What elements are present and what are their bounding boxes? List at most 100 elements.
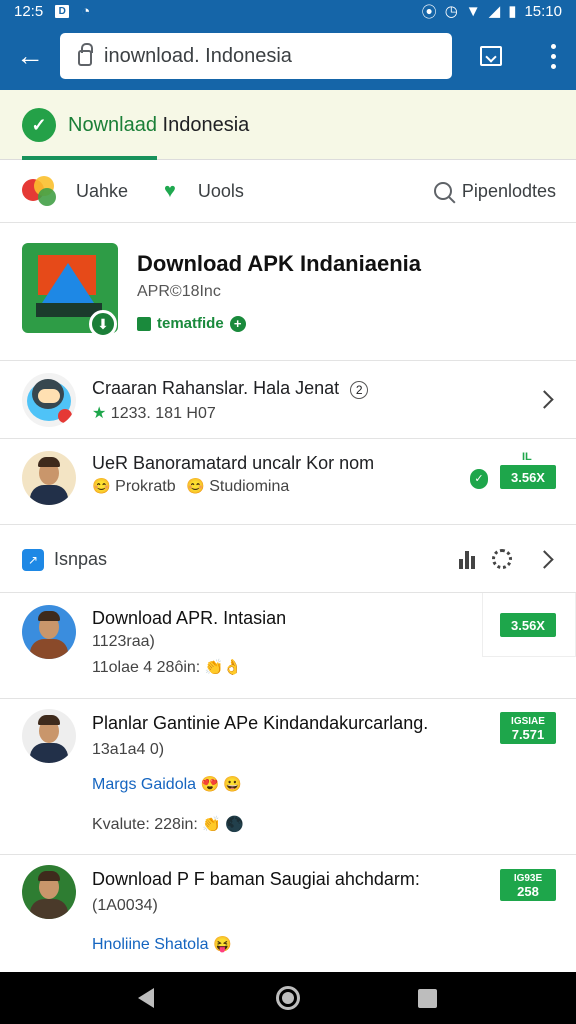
status-bar: 12:5 D ◔ ⦿ ◷ ▼ ◢ ▮ 15:10 bbox=[0, 0, 576, 22]
item-link-text: Margs Gaidola bbox=[92, 776, 197, 793]
list-item[interactable]: Planlar Gantinie APe Kindandakurcarlang.… bbox=[0, 699, 576, 855]
brand-name-part1: Nownlaad bbox=[68, 113, 157, 136]
chevron-right-icon bbox=[535, 390, 554, 409]
rating-text: 1233. 181 H07 bbox=[110, 405, 216, 422]
vibrate-icon: ⦿ bbox=[421, 3, 437, 21]
item-link[interactable]: Hnoliine Shatola 😝 bbox=[92, 935, 232, 954]
recents-square-icon[interactable] bbox=[418, 989, 437, 1008]
brand-name-part2: Indonesia bbox=[162, 113, 250, 136]
section-title: Isnpas bbox=[54, 549, 108, 569]
chart-bars-icon[interactable] bbox=[459, 551, 475, 569]
item-line2: 13a1a4 0) bbox=[92, 741, 165, 758]
tag-icon bbox=[137, 316, 151, 331]
row-rating: ★ 1233. 181 H07 bbox=[92, 403, 216, 423]
nav-search[interactable]: Pipenlodtes bbox=[433, 180, 556, 202]
meta-1: Prokratb bbox=[115, 478, 176, 495]
plus-icon: + bbox=[229, 315, 246, 332]
row-title: Craaran Rahanslar. Hala Jenat 2 bbox=[92, 378, 369, 399]
url-text: inownload. Indonesia bbox=[104, 44, 292, 67]
site-header: ✓ Nownlaad Indonesia bbox=[0, 90, 576, 160]
item-title: Download P F baman Saugiai ahchdarm: bbox=[92, 869, 420, 889]
dot-icon bbox=[550, 43, 556, 49]
overflow-menu-button[interactable] bbox=[530, 22, 576, 90]
item-title: Planlar Gantinie APe Kindandakurcarlang. bbox=[92, 713, 429, 733]
nav-item-1[interactable]: Uahke bbox=[76, 181, 128, 202]
browser-toolbar: ← inownload. Indonesia bbox=[0, 22, 576, 90]
site-brand[interactable]: ✓ Nownlaad Indonesia bbox=[22, 108, 249, 142]
price-badge[interactable]: IGSIAE 7.571 bbox=[500, 712, 556, 744]
meta-2: Studiomina bbox=[209, 478, 290, 495]
nav-item-2[interactable]: Uools bbox=[198, 181, 244, 202]
address-bar[interactable]: inownload. Indonesia bbox=[60, 33, 452, 79]
price-text: 3.56X bbox=[511, 469, 545, 485]
arrow-left-icon: ← bbox=[16, 40, 44, 71]
avatar bbox=[22, 709, 76, 763]
back-triangle-icon[interactable] bbox=[138, 988, 154, 1008]
price-text: 3.56X bbox=[511, 617, 545, 633]
tab-switcher-button[interactable] bbox=[452, 22, 530, 90]
price-badge[interactable]: IG93E 258 bbox=[500, 869, 556, 901]
heart-icon[interactable]: ♥ bbox=[164, 180, 176, 203]
app-header-card: ⬇ Download APK Indaniaenia APR©18Inc tem… bbox=[0, 223, 576, 361]
row-title: UeR Banoramatard uncalr Kor nom bbox=[92, 453, 375, 473]
signal-icon: ◢ bbox=[488, 3, 501, 20]
dot-icon bbox=[550, 53, 556, 59]
hands-icon: 👏👌 bbox=[204, 659, 243, 676]
shield-icon: ✓ bbox=[470, 469, 488, 489]
download-page-icon bbox=[480, 46, 502, 66]
emoji-icon: 😝 bbox=[212, 936, 232, 953]
app-title: Download APK Indaniaenia bbox=[137, 251, 421, 276]
price-text: 7.571 bbox=[511, 727, 545, 742]
status-app-icon: ◔ bbox=[81, 2, 91, 20]
nav-logo-icon[interactable] bbox=[22, 176, 60, 206]
item-line3: 11olae 4 28ôin: 👏👌 bbox=[92, 658, 242, 677]
item-line4: Kvalute: 228in: 👏 🌑 bbox=[92, 815, 244, 834]
star-icon: ★ bbox=[92, 405, 107, 422]
app-subtitle: APR©18Inc bbox=[137, 283, 221, 300]
system-navigation-bar bbox=[0, 972, 576, 1024]
lock-icon bbox=[78, 43, 93, 66]
alarm-icon: ◷ bbox=[444, 3, 458, 20]
hands-icon: 👏 🌑 bbox=[202, 816, 244, 833]
row-title-text: Craaran Rahanslar. Hala Jenat bbox=[92, 378, 340, 398]
back-button[interactable]: ← bbox=[0, 22, 60, 90]
app-tag[interactable]: tematfide + bbox=[137, 315, 246, 332]
avatar bbox=[22, 373, 76, 427]
item-link[interactable]: Margs Gaidola 😍 😀 bbox=[92, 775, 242, 794]
item-line3-text: 11olae 4 28ôin: bbox=[92, 659, 201, 676]
avatar bbox=[22, 605, 76, 659]
home-circle-icon[interactable] bbox=[276, 986, 300, 1010]
list-item[interactable]: UeR Banoramatard uncalr Kor nom 😊 Prokra… bbox=[0, 439, 576, 525]
row-meta: 😊 Prokratb 😊 Studiomina bbox=[92, 477, 289, 496]
brand-logo-icon: ✓ bbox=[22, 108, 56, 142]
status-time-right: 15:10 bbox=[524, 2, 562, 20]
app-tag-label: tematfide bbox=[157, 315, 224, 332]
emoji-icon: 😍 😀 bbox=[200, 776, 243, 793]
item-link-text: Hnoliine Shatola bbox=[92, 936, 209, 953]
wifi-icon: ▼ bbox=[465, 2, 481, 20]
status-time-left: 12:5 bbox=[14, 2, 44, 20]
price-badge[interactable]: 3.56X bbox=[500, 613, 556, 637]
search-icon bbox=[433, 182, 452, 200]
search-label: Pipenlodtes bbox=[461, 180, 556, 201]
chevron-right-icon[interactable] bbox=[535, 550, 554, 569]
dot-icon bbox=[550, 63, 556, 69]
price-badge[interactable]: 3.56X bbox=[500, 465, 556, 489]
section-header: ↗ Isnpas bbox=[0, 525, 576, 593]
item-line2: (1A0034) bbox=[92, 897, 158, 914]
avatar bbox=[22, 451, 76, 505]
list-item[interactable]: Download APR. Intasian 1123raa) 11olae 4… bbox=[0, 593, 576, 699]
list-item[interactable]: Craaran Rahanslar. Hala Jenat 2 ★ 1233. … bbox=[0, 361, 576, 439]
item-line2: 1123raa) bbox=[92, 633, 155, 650]
smile-icon: 😊 bbox=[92, 478, 111, 495]
status-notification-icon: D bbox=[55, 4, 70, 18]
list-item[interactable]: Download P F baman Saugiai ahchdarm: (1A… bbox=[0, 855, 576, 972]
small-label: IL bbox=[522, 451, 532, 463]
battery-icon: ▮ bbox=[508, 3, 517, 20]
section-icon: ↗ bbox=[22, 549, 44, 571]
item-line4-text: Kvalute: 228in: bbox=[92, 816, 198, 833]
gear-icon[interactable] bbox=[492, 549, 512, 569]
info-icon: 2 bbox=[350, 381, 369, 399]
avatar bbox=[22, 865, 76, 919]
item-title: Download APR. Intasian bbox=[92, 608, 287, 628]
